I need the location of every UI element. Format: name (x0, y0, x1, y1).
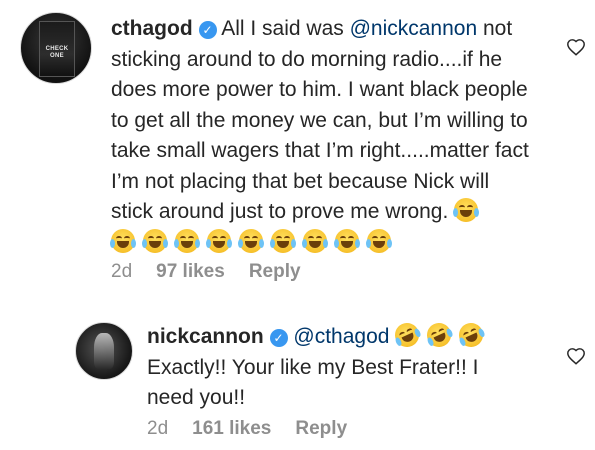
likes-count[interactable]: 161 likes (192, 418, 271, 440)
tears-of-joy-emoji-icon (366, 228, 392, 253)
rolling-on-floor-laughing-emoji-icon (391, 319, 424, 351)
verified-badge-icon: ✓ (269, 329, 288, 347)
tears-of-joy-emoji-icon (142, 228, 168, 253)
tears-of-joy-emoji-icon (174, 228, 200, 253)
username[interactable]: cthagod (111, 17, 193, 40)
tears-of-joy-emoji-icon (206, 228, 232, 253)
comment-cthagod: CHECK ONE (20, 12, 92, 84)
avatar[interactable] (75, 322, 133, 380)
rolling-on-floor-laughing-emoji-icon (423, 319, 456, 351)
comment-text: not sticking around to do morning radio.… (111, 17, 529, 223)
reply-button[interactable]: Reply (249, 261, 301, 283)
rolling-on-floor-laughing-emoji-icon (455, 319, 488, 351)
avatar[interactable]: CHECK ONE (20, 12, 92, 84)
comment-time: 2d (111, 261, 133, 282)
comment-meta: 2d 97 likes Reply (111, 261, 325, 283)
tears-of-joy-emoji-icon (110, 228, 136, 253)
tears-of-joy-emoji-icon (270, 228, 296, 253)
profile-photo (94, 333, 114, 369)
tears-of-joy-emoji-icon (302, 228, 328, 253)
verified-badge-icon: ✓ (198, 21, 217, 39)
heart-outline-icon[interactable] (566, 38, 586, 56)
comment-body: cthagod ✓ All I said was @nickcannon not… (110, 14, 531, 258)
reply-button[interactable]: Reply (295, 418, 347, 440)
book-cover-image: CHECK ONE (39, 21, 75, 77)
emoji-row (110, 228, 399, 254)
comment-body: nickcannon ✓ @cthagod Exactly!! Your lik… (147, 319, 527, 414)
tears-of-joy-emoji-icon (453, 198, 480, 222)
likes-count[interactable]: 97 likes (156, 261, 225, 283)
tears-of-joy-emoji-icon (334, 228, 360, 253)
mention-link[interactable]: @nickcannon (350, 17, 478, 40)
comment-time: 2d (147, 418, 169, 439)
tears-of-joy-emoji-icon (238, 228, 264, 253)
username[interactable]: nickcannon (147, 325, 264, 348)
heart-outline-icon[interactable] (566, 347, 586, 365)
comment-nickcannon (75, 322, 133, 380)
avatar-book-text: CHECK ONE (45, 46, 69, 59)
comment-meta: 2d 161 likes Reply (147, 418, 371, 440)
comment-text-prefix: All I said was (221, 17, 350, 40)
mention-link[interactable]: @cthagod (293, 325, 389, 348)
comment-text: Exactly!! Your like my Best Frater!! I n… (147, 355, 479, 410)
